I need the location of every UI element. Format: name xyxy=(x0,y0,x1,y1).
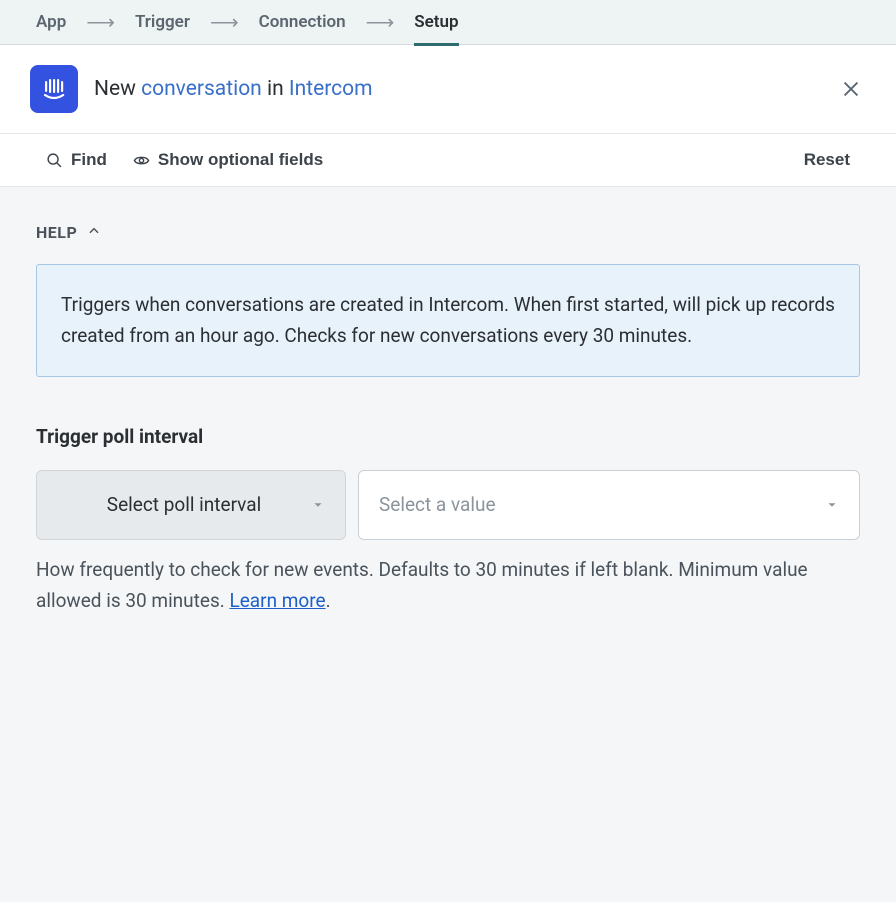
breadcrumb-setup[interactable]: Setup xyxy=(414,12,458,32)
reset-button[interactable]: Reset xyxy=(804,150,850,170)
poll-interval-label: Trigger poll interval xyxy=(36,425,860,448)
poll-interval-value-select[interactable]: Select a value xyxy=(358,470,860,540)
eye-icon xyxy=(133,152,150,169)
chevron-down-icon xyxy=(311,498,325,512)
breadcrumb-trigger[interactable]: Trigger xyxy=(135,12,190,32)
page-title: New conversation in Intercom xyxy=(94,77,820,101)
find-label: Find xyxy=(71,150,107,170)
arrow-right-icon: ⟶ xyxy=(86,12,115,32)
poll-interval-value-text: Select a value xyxy=(379,493,825,516)
title-conversation-link[interactable]: conversation xyxy=(141,77,262,101)
breadcrumb: App ⟶ Trigger ⟶ Connection ⟶ Setup xyxy=(0,0,896,45)
show-optional-label: Show optional fields xyxy=(158,150,323,170)
breadcrumb-connection[interactable]: Connection xyxy=(259,12,346,32)
title-bar: New conversation in Intercom xyxy=(0,45,896,134)
help-toggle[interactable]: HELP xyxy=(36,223,860,242)
hint-prefix: How frequently to check for new events. … xyxy=(36,558,808,612)
chevron-down-icon xyxy=(825,498,839,512)
poll-interval-unit-text: Select poll interval xyxy=(57,493,311,516)
close-icon[interactable] xyxy=(836,74,866,104)
show-optional-button[interactable]: Show optional fields xyxy=(133,150,323,170)
poll-interval-hint: How frequently to check for new events. … xyxy=(36,554,860,617)
find-button[interactable]: Find xyxy=(46,150,107,170)
content-area: HELP Triggers when conversations are cre… xyxy=(0,187,896,652)
arrow-right-icon: ⟶ xyxy=(366,12,395,32)
intercom-icon xyxy=(30,65,78,113)
arrow-right-icon: ⟶ xyxy=(210,12,239,32)
poll-interval-row: Select poll interval Select a value xyxy=(36,470,860,540)
title-mid: in xyxy=(262,77,289,101)
learn-more-link[interactable]: Learn more xyxy=(229,589,325,612)
search-icon xyxy=(46,152,63,169)
chevron-up-icon xyxy=(87,223,101,242)
breadcrumb-app[interactable]: App xyxy=(36,12,66,32)
help-description: Triggers when conversations are created … xyxy=(36,264,860,377)
hint-suffix: . xyxy=(326,589,331,612)
help-label: HELP xyxy=(36,223,77,242)
toolbar: Find Show optional fields Reset xyxy=(0,134,896,187)
poll-interval-unit-select[interactable]: Select poll interval xyxy=(36,470,346,540)
title-prefix: New xyxy=(94,77,141,101)
title-intercom-link[interactable]: Intercom xyxy=(289,77,373,101)
